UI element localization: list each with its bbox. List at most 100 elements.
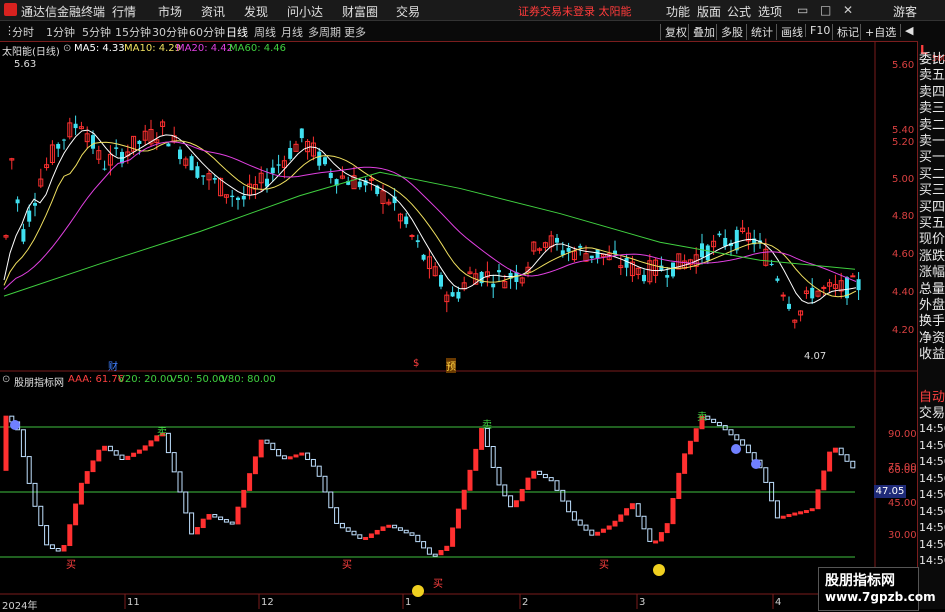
period-60min[interactable]: 60分钟	[189, 24, 225, 40]
candle-body	[270, 167, 275, 174]
tongji-button[interactable]: 统计	[746, 24, 773, 40]
indicator-bar	[281, 455, 287, 460]
candle-body	[497, 270, 501, 273]
candle-body	[276, 164, 281, 166]
date-tick: 3	[639, 597, 646, 608]
kline-chart[interactable]	[0, 41, 917, 609]
menu-gongneng[interactable]: 功能	[666, 3, 690, 20]
indicator-bar	[183, 491, 189, 514]
huaxian-button[interactable]: 画线	[776, 24, 803, 40]
candle-body	[178, 149, 182, 160]
period-15min[interactable]: 15分钟	[115, 24, 151, 40]
v50-label: V50: 50.00	[170, 374, 225, 385]
menu-caifuquan[interactable]: 财富圈	[342, 3, 378, 20]
ma-line	[3, 141, 857, 290]
marker-cai[interactable]: 财	[108, 358, 118, 373]
indicator-bar	[287, 456, 293, 460]
fuquan-button[interactable]: 复权	[660, 24, 687, 40]
indicator-bar	[537, 470, 543, 475]
candle-body	[723, 237, 728, 247]
buy-signal: 买	[433, 579, 443, 590]
indicator-bar	[618, 514, 624, 522]
indicator-bar	[142, 445, 148, 451]
close-icon[interactable]: ✕	[843, 3, 853, 17]
indicator-bar	[247, 473, 253, 491]
period-week[interactable]: 周线	[254, 24, 276, 40]
candle-body	[323, 157, 327, 165]
indicator-bar	[293, 454, 299, 458]
menu-jiaoyi[interactable]: 交易	[396, 3, 420, 20]
ma60-label: MA60: 4.46	[229, 43, 287, 54]
candle-body	[734, 229, 739, 251]
period-30min[interactable]: 30分钟	[152, 24, 188, 40]
indicator-bar	[641, 515, 647, 530]
indicator-settings-icon[interactable]: ⊙	[2, 374, 10, 385]
period-more[interactable]: 更多	[344, 24, 366, 40]
marker-yu[interactable]: 预	[446, 358, 456, 373]
period-5min[interactable]: 5分钟	[82, 24, 111, 40]
period-toolbar: ⋮ 分时 1分钟 5分钟 15分钟 30分钟 60分钟 日线 周线 月线 多周期…	[0, 21, 945, 42]
indicator-bar	[647, 528, 653, 542]
add-watchlist-button[interactable]: +自选	[860, 24, 896, 40]
date-grid	[124, 594, 774, 609]
indicator-bar	[96, 449, 102, 462]
indicator-bar	[206, 514, 212, 520]
indicator-bar	[44, 525, 50, 546]
candle-body	[317, 151, 322, 166]
indicator-bar	[32, 482, 38, 507]
sad-face-icon	[10, 420, 20, 430]
menu-faxian[interactable]: 发现	[244, 3, 268, 20]
ma-line	[3, 129, 857, 304]
indicator-bar	[241, 489, 247, 508]
indicator-bar	[664, 523, 670, 534]
settings-icon[interactable]: ⊙	[63, 43, 71, 54]
buy-signal: 买	[342, 560, 352, 571]
side-time: 14:56	[919, 422, 945, 435]
collapse-arrow-icon[interactable]: ◀	[900, 24, 913, 37]
minimize-icon[interactable]: ▭	[797, 3, 808, 17]
watermark-title: 股朋指标网	[825, 573, 895, 589]
indicator-bar	[490, 446, 496, 468]
period-month[interactable]: 月线	[281, 24, 303, 40]
menu-shichang[interactable]: 市场	[158, 3, 182, 20]
marker-dollar[interactable]: $	[413, 358, 419, 369]
indicator-bar	[792, 512, 798, 516]
period-multi[interactable]: 多周期	[308, 24, 341, 40]
price-tick: 5.60	[892, 60, 915, 71]
f10-button[interactable]: F10	[805, 24, 830, 37]
indicator-bar	[479, 427, 485, 450]
candle-body	[856, 279, 861, 291]
indicator-bar	[740, 439, 746, 446]
side-trade-label[interactable]: 交易	[919, 402, 945, 421]
period-1min[interactable]: 1分钟	[46, 24, 75, 40]
indicator-bar	[653, 540, 659, 544]
side-time: 14:56	[919, 455, 945, 468]
candle-body	[299, 128, 304, 139]
candle-body	[230, 195, 235, 198]
candle-body	[189, 156, 194, 171]
indicator-bar	[328, 491, 334, 509]
side-time: 14:56	[919, 471, 945, 485]
price-tick: 4.60	[892, 249, 915, 260]
menu-wenxiaoda[interactable]: 问小达	[287, 3, 323, 20]
period-day[interactable]: 日线	[226, 24, 248, 40]
candle-body	[15, 199, 20, 204]
maximize-icon[interactable]: □	[820, 3, 831, 17]
menu-hangqing[interactable]: 行情	[112, 3, 136, 20]
biaoji-button[interactable]: 标记	[832, 24, 859, 40]
menu-zixun[interactable]: 资讯	[201, 3, 225, 20]
indicator-bar	[305, 452, 311, 460]
menu-gongshi[interactable]: 公式	[727, 3, 751, 20]
candle-body	[166, 143, 171, 147]
indicator-bar	[508, 495, 514, 508]
diejia-button[interactable]: 叠加	[688, 24, 715, 40]
v20-label: V20: 20.00	[118, 374, 173, 385]
date-tick: 2024年	[2, 601, 38, 612]
menu-banmian[interactable]: 版面	[697, 3, 721, 20]
duogu-button[interactable]: 多股	[716, 24, 743, 40]
indicator-bar	[125, 455, 131, 461]
period-fenshi[interactable]: 分时	[12, 24, 34, 40]
menu-xuanxiang[interactable]: 选项	[758, 3, 782, 20]
guest-label[interactable]: 游客	[893, 3, 917, 20]
indicator-bar	[432, 553, 438, 557]
